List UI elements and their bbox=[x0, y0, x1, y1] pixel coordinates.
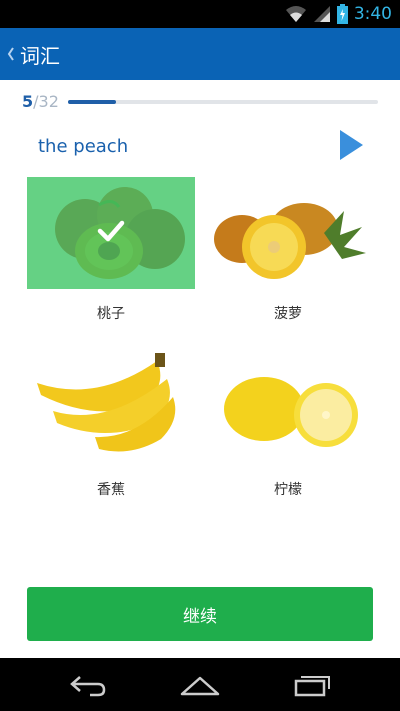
continue-button[interactable]: 继续 bbox=[27, 587, 373, 641]
progress-counter: 5/32 bbox=[22, 92, 59, 111]
pineapple-image bbox=[204, 177, 372, 289]
navigation-bar bbox=[0, 658, 400, 711]
option-label: 香蕉 bbox=[97, 482, 125, 498]
progress-total: 32 bbox=[38, 92, 59, 111]
content-area: 5/32 the peach 桃子 菠萝 香蕉 柠檬 继续 bbox=[0, 80, 400, 658]
prompt-word: the peach bbox=[38, 136, 129, 157]
check-icon bbox=[97, 220, 125, 242]
option-card-pineapple[interactable]: 菠萝 bbox=[204, 177, 372, 327]
banana-image bbox=[27, 353, 195, 465]
status-time: 3:40 bbox=[353, 4, 392, 24]
nav-home-button[interactable] bbox=[178, 670, 222, 700]
option-label: 柠檬 bbox=[274, 482, 302, 498]
option-card-peach[interactable]: 桃子 bbox=[27, 177, 195, 327]
nav-back-button[interactable] bbox=[66, 670, 110, 700]
progress-current: 5 bbox=[22, 92, 34, 111]
signal-icon bbox=[313, 6, 330, 22]
page-title: 词汇 bbox=[20, 43, 60, 68]
option-label: 桃子 bbox=[97, 306, 125, 322]
progress-fill bbox=[68, 100, 117, 104]
selected-overlay bbox=[27, 177, 195, 289]
wifi-icon bbox=[285, 6, 306, 22]
option-card-banana[interactable]: 香蕉 bbox=[27, 353, 195, 503]
back-icon bbox=[70, 676, 106, 697]
nav-recents-button[interactable] bbox=[290, 670, 334, 700]
progress-bar bbox=[68, 100, 378, 104]
battery-charging-icon bbox=[336, 4, 348, 24]
option-label: 菠萝 bbox=[274, 306, 302, 322]
chevron-left-icon bbox=[7, 47, 14, 61]
status-bar: 3:40 bbox=[0, 0, 400, 28]
app-bar: 词汇 bbox=[0, 28, 400, 80]
progress-row: 5/32 bbox=[22, 92, 382, 112]
play-icon[interactable] bbox=[336, 128, 366, 162]
home-icon bbox=[180, 676, 220, 696]
option-card-lemon[interactable]: 柠檬 bbox=[204, 353, 372, 503]
back-button[interactable] bbox=[2, 28, 20, 80]
status-icons: 3:40 bbox=[285, 4, 392, 24]
recents-icon bbox=[294, 676, 330, 697]
lemon-image bbox=[204, 353, 372, 465]
